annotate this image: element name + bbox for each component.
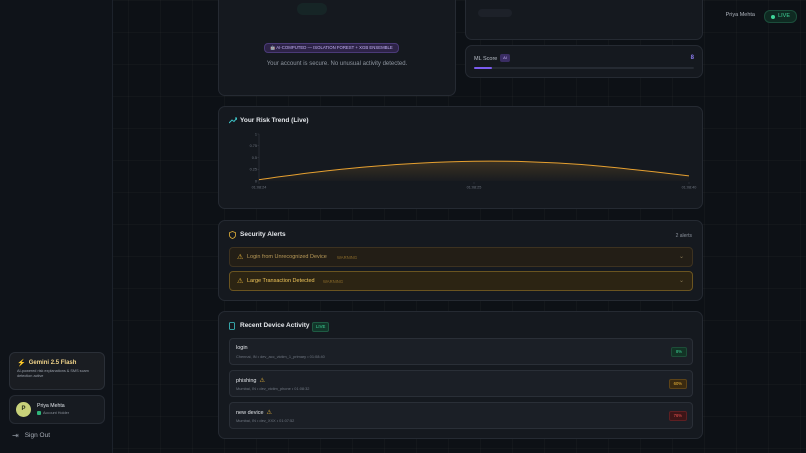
risk-trend-card: Your Risk Trend (Live) 0 0.25 0.5 0.75 1 01:0… (218, 106, 703, 209)
x-tick-label: 01:08:40 (682, 186, 697, 190)
warning-icon: ⚠ (266, 410, 272, 416)
warning-icon: ⚠ (237, 278, 244, 285)
alert-item[interactable]: ⚠ Login from Unrecognized Device WARNING… (229, 247, 693, 267)
y-tick-label: 0.75 (250, 144, 257, 148)
ml-score-label: ML Score (474, 56, 498, 62)
activity-name-text: login (236, 345, 248, 351)
risk-score-badge: 76% (668, 411, 687, 421)
activity-name-text: phishing (236, 377, 257, 384)
alert-title: Large Transaction Detected (247, 278, 315, 284)
chevron-down-icon[interactable]: ⌄ (679, 277, 684, 284)
gemini-description: AI-powered risk explanations & SMS scam … (17, 369, 89, 378)
sidebar: ⚡ Gemini 2.5 Flash AI-powered risk expla… (0, 0, 113, 453)
activity-meta: Chennai, IN • dev_acc_victim_1_primary •… (236, 354, 325, 359)
live-dot-icon (771, 14, 776, 19)
y-tick-label: 0 (255, 179, 257, 183)
device-icon (229, 322, 235, 332)
user-name: Priya Mehta (37, 403, 65, 409)
activity-row[interactable]: phishing ⚠ Mumbai, IN • dev_victim_phone … (229, 370, 693, 397)
gemini-title: ⚡ Gemini 2.5 Flash (17, 359, 76, 367)
risk-score-badge: 8% (670, 347, 687, 357)
activity-meta: Mumbai, IN • dev_victim_phone • 01:08:32 (236, 386, 310, 391)
y-tick-label: 0.25 (250, 168, 257, 172)
ml-score-bar (474, 67, 694, 69)
y-tick-label: 0.5 (252, 156, 257, 160)
logout-icon: ⇥ (12, 431, 19, 440)
x-tick-label: 01:08:24 (252, 186, 267, 190)
security-alerts-card: Security Alerts 2 alerts ⚠ Login from Un… (218, 220, 703, 301)
shield-icon (37, 411, 41, 415)
gemini-status-card: ⚡ Gemini 2.5 Flash AI-powered risk expla… (9, 352, 105, 390)
gemini-title-text: Gemini 2.5 Flash (28, 360, 77, 366)
status-shield-glow (297, 3, 327, 15)
ml-score-bar-fill (474, 67, 492, 69)
alert-item[interactable]: ⚠ Large Transaction Detected WARNING ⌄ (229, 271, 693, 291)
user-profile-card[interactable]: P Priya Mehta Account Holder (9, 395, 105, 424)
risk-score-badge: 60% (668, 379, 687, 389)
live-tag: LIVE (312, 322, 330, 332)
alert-severity: WARNING (323, 278, 344, 284)
activity-name-text: new device (236, 409, 264, 416)
warning-icon: ⚠ (237, 254, 244, 261)
ml-score-card: ML Score AI 8 (465, 45, 703, 78)
lightning-icon: ⚡ (17, 360, 26, 367)
activity-row[interactable]: login Chennai, IN • dev_acc_victim_1_pri… (229, 338, 693, 365)
ai-tag: AI (500, 54, 510, 62)
alert-title: Login from Unrecognized Device (247, 254, 327, 260)
user-role-text: Account Holder (43, 411, 69, 415)
ai-computed-badge: 🤖 AI-COMPUTED — ISOLATION FOREST + XGB E… (264, 43, 399, 53)
score-card-top (465, 0, 703, 40)
activity-row[interactable]: new device ⚠ Mumbai, IN • dev_XXX • 01:07… (229, 402, 693, 429)
activity-name: phishing ⚠ (236, 377, 265, 385)
account-status-card: 🤖 AI-COMPUTED — ISOLATION FOREST + XGB E… (218, 0, 456, 96)
activity-meta: Mumbai, IN • dev_XXX • 01:07:52 (236, 418, 295, 423)
security-alerts-title: Security Alerts (240, 231, 286, 238)
avatar: P (16, 402, 31, 417)
live-status-badge: LIVE (764, 10, 797, 23)
score-placeholder (478, 9, 512, 17)
activity-name: new device ⚠ (236, 409, 272, 417)
status-message: Your account is secure. No unusual activ… (266, 61, 408, 67)
shield-icon (229, 231, 236, 241)
x-tick-label: 01:08:25 (467, 186, 482, 190)
sign-out-label: Sign Out (24, 432, 50, 439)
chevron-down-icon[interactable]: ⌄ (679, 253, 684, 260)
user-role: Account Holder (37, 411, 69, 415)
risk-trend-chart: 0 0.25 0.5 0.75 1 01:08:24 01:08:25 01:08:40 (250, 132, 697, 190)
warning-icon: ⚠ (259, 378, 265, 384)
ml-score-value: 8 (690, 55, 694, 61)
header-user-name: Priya Mehta (725, 12, 755, 18)
sign-out-button[interactable]: ⇥ Sign Out (12, 431, 50, 440)
activity-name: login (236, 345, 248, 351)
activity-title: Recent Device Activity (240, 322, 310, 329)
alert-count: 2 alerts (675, 233, 692, 239)
recent-device-activity-card: Recent Device Activity LIVE login Chenna… (218, 311, 703, 439)
live-label: LIVE (778, 13, 790, 19)
alert-severity: WARNING (337, 254, 358, 260)
y-tick-label: 1 (255, 132, 257, 136)
